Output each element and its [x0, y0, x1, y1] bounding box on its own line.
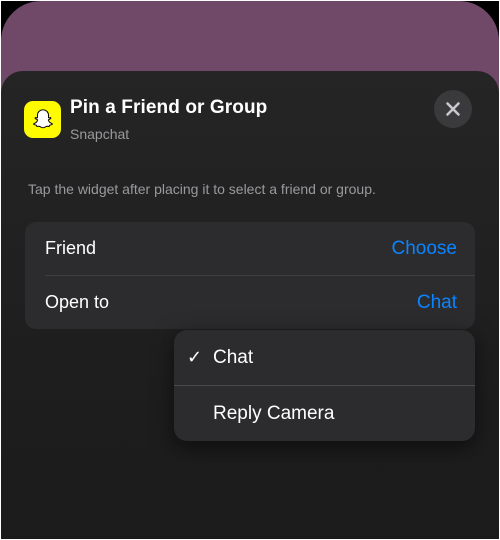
screen: Pin a Friend or Group Snapchat Tap the w…	[1, 1, 499, 539]
friend-choose-button[interactable]: Choose	[392, 238, 458, 260]
open-to-label: Open to	[45, 292, 110, 312]
menu-item-reply-camera[interactable]: Reply Camera	[174, 386, 475, 441]
friend-label: Friend	[45, 238, 97, 258]
snapchat-ghost-icon	[24, 101, 61, 138]
friend-row[interactable]: Friend Choose	[25, 222, 475, 275]
close-button[interactable]	[434, 90, 472, 128]
open-to-dropdown-menu: ✓ Chat Reply Camera	[174, 330, 475, 441]
widget-title: Pin a Friend or Group	[70, 97, 268, 118]
menu-item-label: Chat	[213, 346, 254, 368]
open-to-value-button[interactable]: Chat	[417, 292, 457, 314]
menu-item-chat[interactable]: ✓ Chat	[174, 330, 475, 385]
widget-config-sheet: Pin a Friend or Group Snapchat Tap the w…	[1, 71, 499, 539]
instruction-text: Tap the widget after placing it to selec…	[28, 181, 376, 197]
menu-item-label: Reply Camera	[213, 402, 335, 424]
checkmark-icon: ✓	[187, 347, 203, 367]
open-to-row[interactable]: Open to Chat	[25, 276, 475, 329]
close-icon	[446, 102, 460, 116]
app-name: Snapchat	[70, 126, 130, 142]
settings-card: Friend Choose Open to Chat	[25, 222, 475, 329]
